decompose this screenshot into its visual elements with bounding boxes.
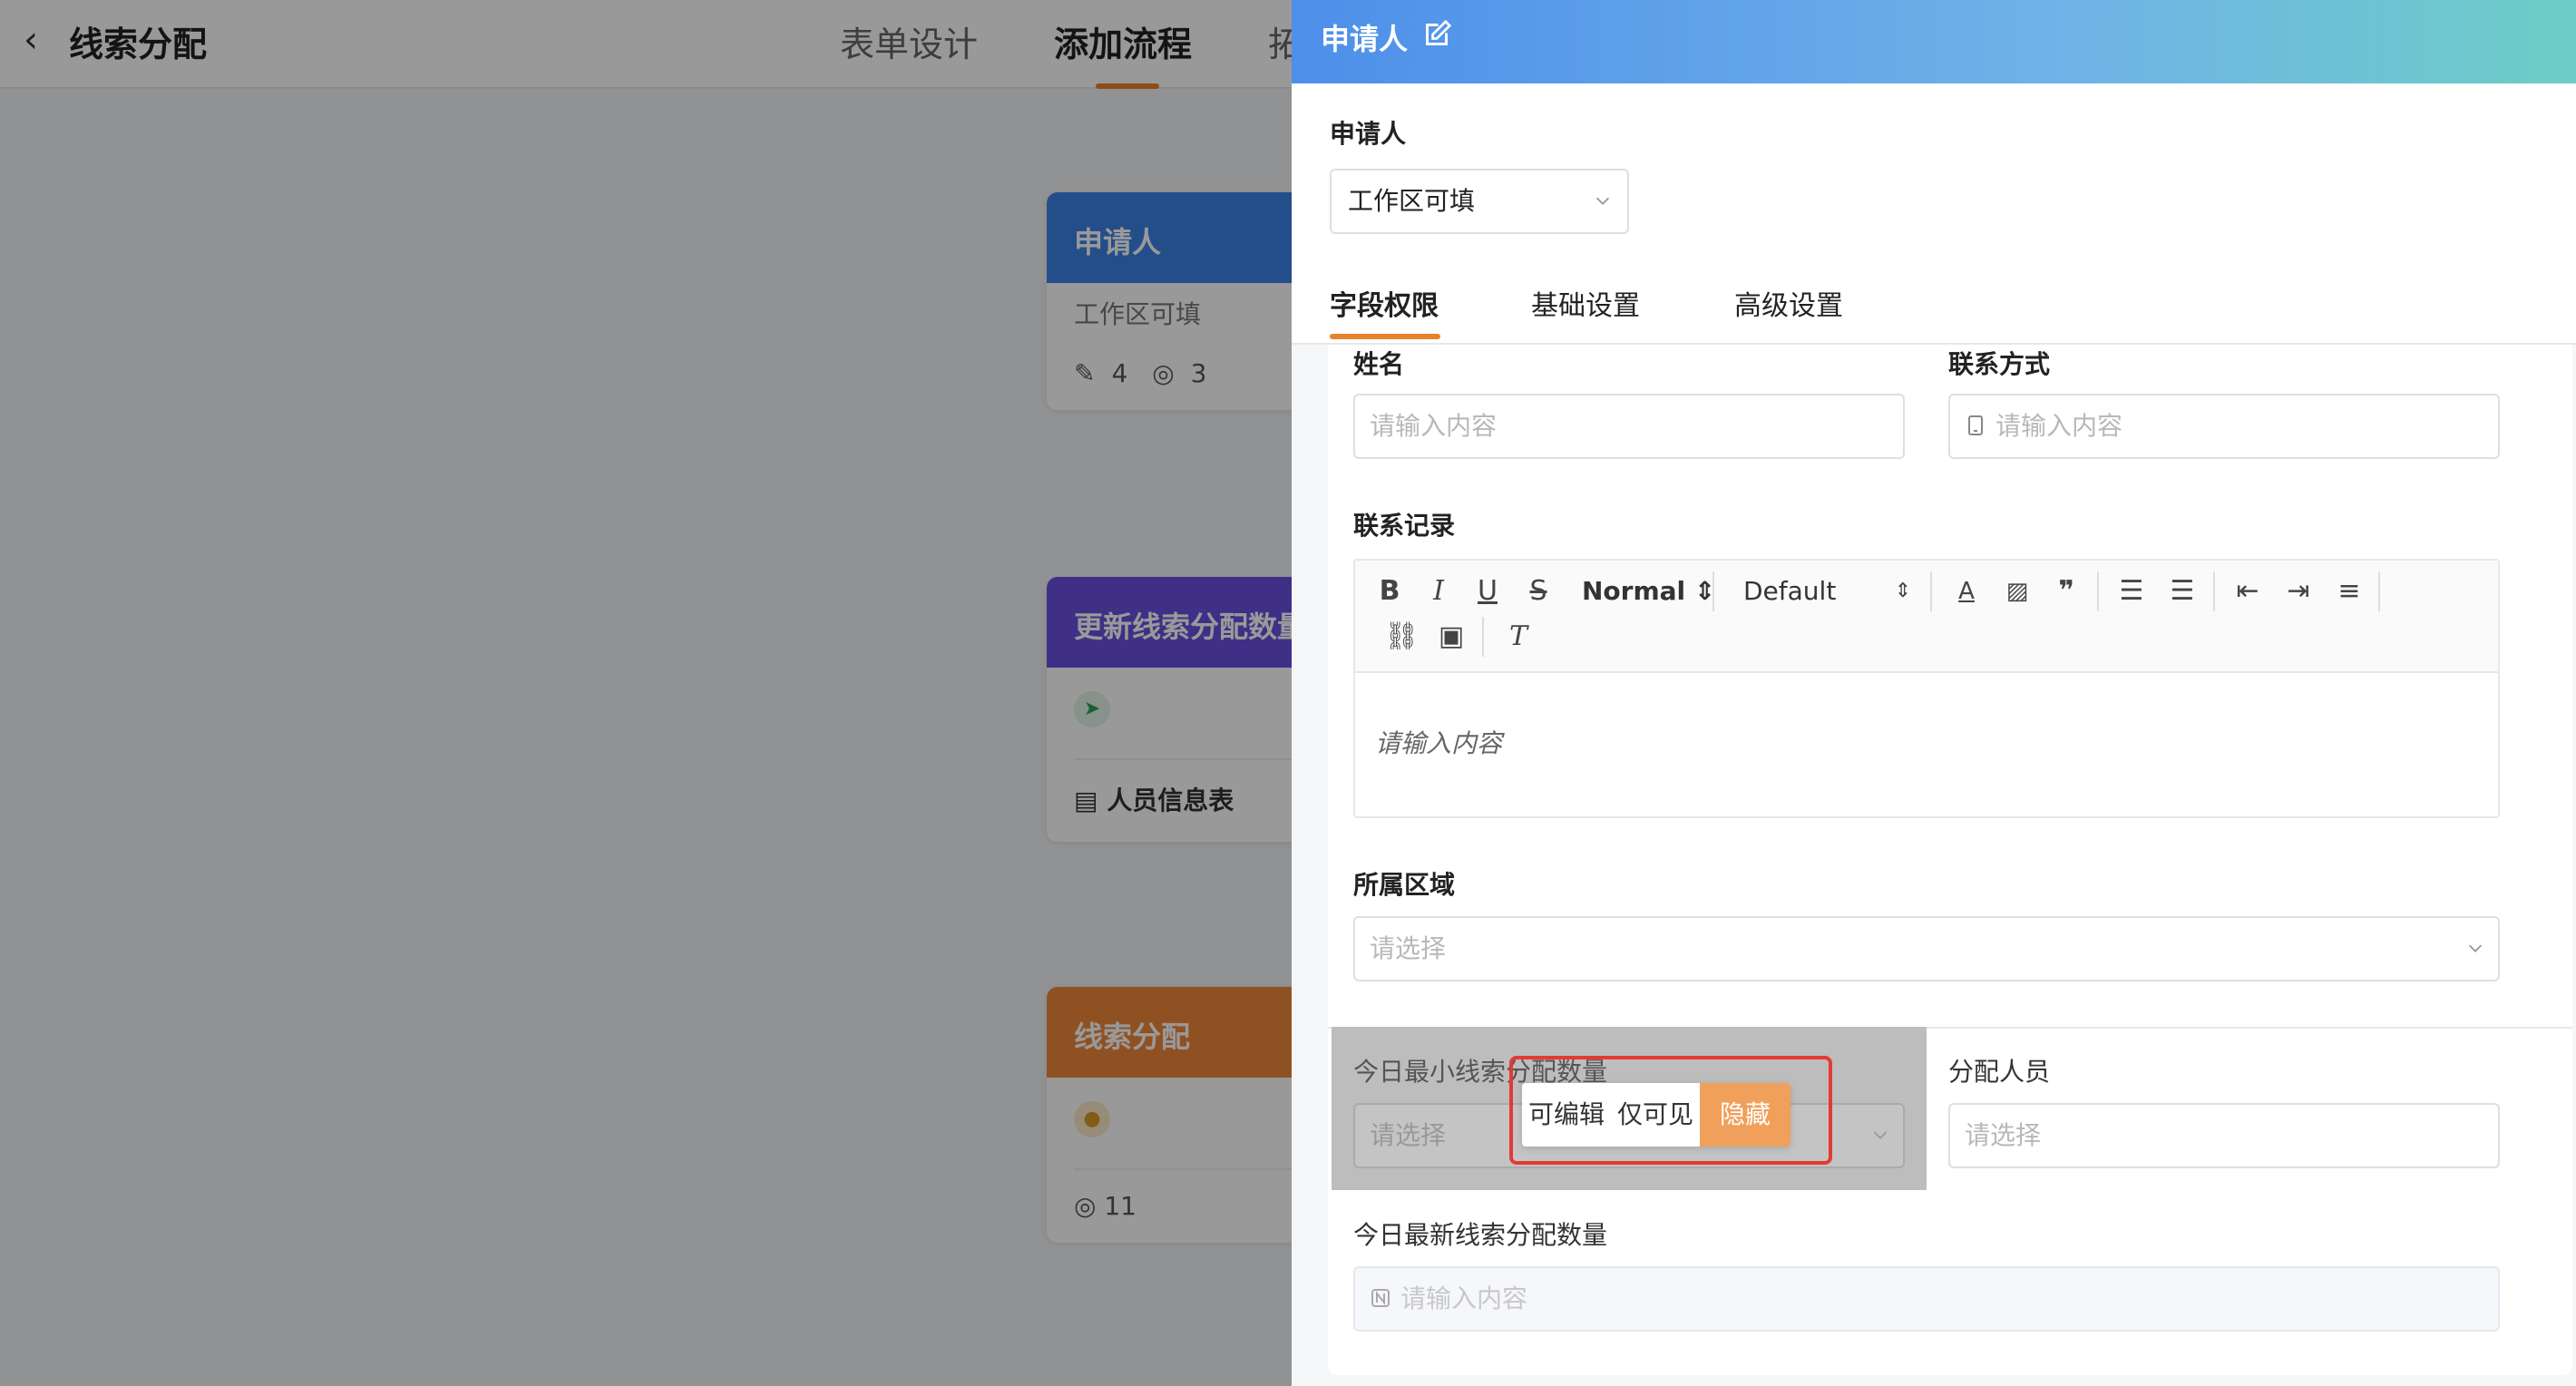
role-select-value: 工作区可填 [1348, 186, 1476, 216]
indent-increase-icon[interactable]: ⇥ [2282, 575, 2315, 608]
indent-decrease-icon[interactable]: ⇤ [2231, 575, 2264, 608]
record-label: 联系记录 [1353, 511, 1456, 541]
region-select[interactable]: 请选择 [1353, 916, 2500, 981]
region-label: 所属区域 [1353, 870, 1456, 900]
min-count-placeholder: 请选择 [1370, 1120, 1447, 1150]
quote-icon[interactable]: ❞ [2050, 575, 2083, 608]
drawer-top-section: 申请人 工作区可填 字段权限 基础设置 高级设置 [1292, 83, 2576, 345]
name-label: 姓名 [1353, 349, 1405, 379]
italic-icon[interactable]: I [1422, 575, 1455, 608]
tab-basic-settings[interactable]: 基础设置 [1531, 283, 1640, 323]
tab-field-permission[interactable]: 字段权限 [1330, 283, 1439, 323]
number-icon [1371, 1289, 1390, 1307]
font-select-arrow-icon: ⇕ [1894, 580, 1912, 602]
rich-text-editor[interactable]: B I U S Normal ⇕ Default ⇕ A ▨ ❞ ☰ ☰ ⇤ ⇥… [1353, 559, 2500, 818]
bullet-list-icon[interactable]: ☰ [2166, 575, 2199, 608]
drawer-title: 申请人 [1321, 22, 1409, 56]
font-select-value: Default [1743, 576, 1837, 606]
modal-overlay[interactable] [0, 0, 1292, 1386]
name-input[interactable]: 请输入内容 [1353, 394, 1905, 459]
heading-select[interactable]: Normal ⇕ [1582, 575, 1715, 608]
background-color-icon[interactable]: ▨ [2001, 575, 2034, 608]
latest-count-input[interactable]: 请输入内容 [1353, 1266, 2500, 1332]
font-select[interactable]: Default [1743, 575, 1836, 608]
latest-count-placeholder: 请输入内容 [1400, 1284, 1528, 1313]
chevron-down-icon [1873, 1131, 1888, 1139]
bold-icon[interactable]: B [1373, 575, 1406, 608]
highlight-box [1509, 1056, 1832, 1165]
editor-toolbar: B I U S Normal ⇕ Default ⇕ A ▨ ❞ ☰ ☰ ⇤ ⇥… [1355, 561, 2498, 673]
strikethrough-icon[interactable]: S [1522, 575, 1555, 608]
name-placeholder: 请输入内容 [1370, 411, 1498, 441]
latest-count-label: 今日最新线索分配数量 [1353, 1220, 1608, 1250]
role-select[interactable]: 工作区可填 [1330, 169, 1629, 234]
ordered-list-icon[interactable]: ☰ [2115, 575, 2148, 608]
tab-advanced-settings[interactable]: 高级设置 [1734, 283, 1843, 323]
contact-label: 联系方式 [1948, 349, 2051, 379]
assignee-placeholder: 请选择 [1965, 1120, 2042, 1150]
clear-format-icon[interactable]: T [1502, 620, 1535, 653]
region-placeholder: 请选择 [1370, 933, 1447, 963]
contact-input[interactable]: 请输入内容 [1948, 394, 2500, 459]
settings-drawer: 申请人 申请人 工作区可填 字段权限 基础设置 高级设置 姓名 请输入内容 联系… [1292, 0, 2576, 1386]
link-icon[interactable]: ⛓ [1384, 620, 1419, 653]
chevron-down-icon [1595, 197, 1610, 205]
align-icon[interactable]: ≡ [2333, 575, 2366, 608]
heading-select-value: Normal [1582, 576, 1686, 606]
assignee-label: 分配人员 [1948, 1057, 2051, 1087]
underline-icon[interactable]: U [1471, 575, 1504, 608]
assignee-select[interactable]: 请选择 [1948, 1103, 2500, 1168]
edit-icon[interactable] [1420, 18, 1453, 51]
role-label: 申请人 [1330, 119, 1407, 149]
tab-underline [1330, 334, 1440, 339]
phone-icon [1968, 415, 1983, 435]
image-icon[interactable]: ▣ [1435, 620, 1468, 653]
contact-placeholder: 请输入内容 [1995, 411, 2123, 441]
field-permission-panel: 姓名 请输入内容 联系方式 请输入内容 联系记录 B I U S Normal … [1328, 345, 2572, 1375]
text-color-icon[interactable]: A [1950, 575, 1983, 608]
chevron-down-icon [2468, 944, 2483, 952]
drawer-header: 申请人 [1292, 0, 2576, 83]
editor-placeholder: 请输入内容 [1375, 728, 1503, 758]
